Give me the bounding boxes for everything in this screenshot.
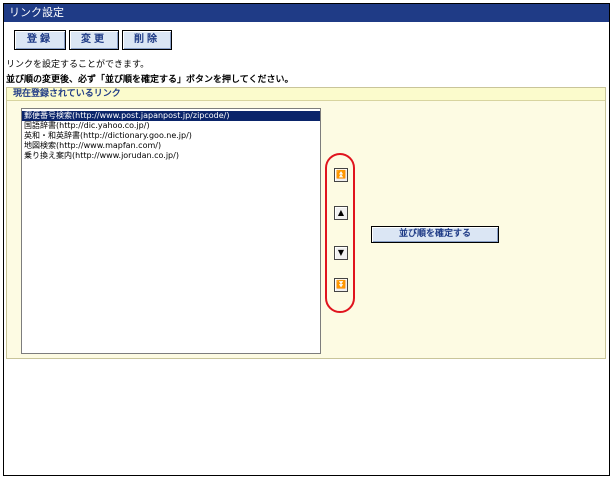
move-to-bottom-button[interactable]: ⏬ bbox=[334, 278, 348, 292]
app-frame: リンク設定 登録 変更 削除 リンクを設定することができます。 並び順の変更後、… bbox=[3, 3, 610, 476]
list-item[interactable]: 英和・和英辞書(http://dictionary.goo.ne.jp/) bbox=[22, 131, 320, 141]
list-item[interactable]: 乗り換え案内(http://www.jorudan.co.jp/) bbox=[22, 151, 320, 161]
registered-links-panel: 現在登録されているリンク 郵便番号検索(http://www.post.japa… bbox=[6, 87, 606, 359]
toolbar: 登録 変更 削除 bbox=[4, 22, 609, 56]
double-down-arrow-icon: ⏬ bbox=[336, 280, 346, 289]
double-up-arrow-icon: ⏫ bbox=[336, 170, 346, 179]
up-arrow-icon: ▲ bbox=[337, 208, 345, 217]
list-item[interactable]: 郵便番号検索(http://www.post.japanpost.jp/zipc… bbox=[22, 111, 320, 121]
move-up-button[interactable]: ▲ bbox=[334, 206, 348, 220]
move-down-button[interactable]: ▼ bbox=[334, 246, 348, 260]
delete-button[interactable]: 削除 bbox=[122, 30, 172, 50]
list-item[interactable]: 地図検索(http://www.mapfan.com/) bbox=[22, 141, 320, 151]
move-to-top-button[interactable]: ⏫ bbox=[334, 168, 348, 182]
down-arrow-icon: ▼ bbox=[337, 248, 345, 257]
panel-header: 現在登録されているリンク bbox=[7, 88, 605, 101]
links-listbox[interactable]: 郵便番号検索(http://www.post.japanpost.jp/zipc… bbox=[21, 108, 321, 354]
window-title: リンク設定 bbox=[4, 4, 609, 22]
list-item[interactable]: 国語辞書(http://dic.yahoo.co.jp/) bbox=[22, 121, 320, 131]
sort-notice-text: 並び順の変更後、必ず「並び順を確定する」ボタンを押してください。 bbox=[6, 75, 294, 85]
description-text: リンクを設定することができます。 bbox=[6, 60, 150, 70]
change-button[interactable]: 変更 bbox=[69, 30, 119, 50]
confirm-order-button[interactable]: 並び順を確定する bbox=[371, 226, 499, 243]
register-button[interactable]: 登録 bbox=[14, 30, 66, 50]
